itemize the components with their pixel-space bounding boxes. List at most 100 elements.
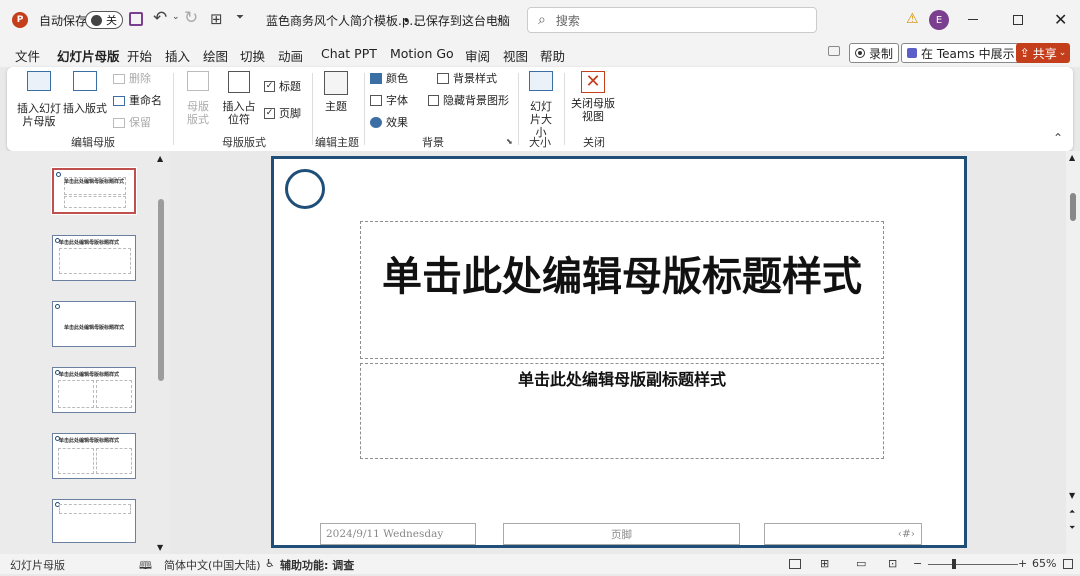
- background-styles-icon: [437, 73, 449, 84]
- avatar[interactable]: E: [929, 10, 949, 30]
- thumbnail-layout[interactable]: 单击此处编辑母版标题样式: [52, 235, 136, 281]
- warning-icon[interactable]: ⚠: [906, 11, 919, 27]
- group-label-background: 背景: [422, 136, 444, 149]
- colors-button[interactable]: 颜色: [370, 72, 408, 85]
- preserve-icon: [113, 117, 125, 128]
- pane-scrollbar[interactable]: [158, 199, 164, 381]
- thumbnail-master[interactable]: 单击此处编辑母版标题样式: [51, 167, 137, 215]
- slide-size-button[interactable]: 幻灯片大小: [523, 71, 559, 139]
- accessibility-status[interactable]: 辅助功能: 调查: [280, 557, 354, 573]
- menu-slide-master[interactable]: 幻灯片母版: [57, 46, 120, 70]
- pane-scroll-up-icon[interactable]: ▲: [157, 154, 163, 163]
- master-title-text[interactable]: 单击此处编辑母版标题样式: [361, 254, 883, 300]
- slide-sorter-icon[interactable]: ⊞: [820, 557, 829, 570]
- rename-icon: [113, 95, 125, 106]
- master-subtitle-text[interactable]: 单击此处编辑母版副标题样式: [361, 366, 883, 390]
- delete-button[interactable]: 删除: [113, 72, 151, 85]
- reading-view-icon[interactable]: ▭: [856, 557, 866, 570]
- minimize-icon[interactable]: [968, 19, 978, 20]
- customize-qat-icon[interactable]: ⏷: [236, 12, 244, 23]
- save-status[interactable]: • 已保存到这台电脑: [403, 12, 510, 29]
- menu-insert[interactable]: 插入: [165, 46, 190, 65]
- dialog-launcher-icon[interactable]: ⬊: [506, 137, 513, 146]
- menu-draw[interactable]: 绘图: [203, 46, 228, 65]
- date-placeholder[interactable]: 2024/9/11 Wednesday: [320, 523, 476, 545]
- accessibility-icon[interactable]: ♿: [265, 557, 275, 570]
- insert-slide-master-button[interactable]: 插入幻灯片母版: [15, 71, 63, 128]
- thumbnail-title: 单击此处编辑母版标题样式: [59, 372, 120, 378]
- fit-to-window-icon[interactable]: [1063, 559, 1073, 569]
- comments-icon[interactable]: [828, 46, 840, 56]
- fonts-button[interactable]: 字体: [370, 94, 408, 107]
- present-icon[interactable]: ⊞: [210, 10, 223, 28]
- menu-home[interactable]: 开始: [127, 46, 152, 65]
- hide-background-checkbox[interactable]: 隐藏背景图形: [428, 94, 509, 107]
- scroll-thumb[interactable]: [1070, 193, 1076, 221]
- effects-icon: [370, 117, 382, 128]
- checkbox-checked-icon: ✓: [264, 108, 275, 119]
- preserve-button[interactable]: 保留: [113, 116, 151, 129]
- thumbnail-subtitle-placeholder: [64, 196, 126, 208]
- effects-button[interactable]: 效果: [370, 116, 408, 129]
- menu-file[interactable]: 文件: [15, 46, 40, 65]
- close-master-view-button[interactable]: ✕ 关闭母版视图: [569, 71, 617, 123]
- background-styles-button[interactable]: 背景样式: [437, 72, 497, 85]
- slideshow-icon[interactable]: ⊡: [888, 557, 897, 570]
- insert-placeholder-button[interactable]: 插入占位符: [217, 71, 261, 126]
- menu-chatppt[interactable]: Chat PPT: [321, 46, 377, 61]
- menu-help[interactable]: 帮助: [540, 46, 565, 65]
- scroll-up-icon[interactable]: ▲: [1069, 153, 1075, 162]
- title-placeholder[interactable]: 单击此处编辑母版标题样式: [360, 221, 884, 359]
- menu-review[interactable]: 审阅: [465, 46, 490, 65]
- share-button[interactable]: ⇪ 共享 ⌄: [1016, 43, 1070, 63]
- zoom-level[interactable]: 65%: [1032, 557, 1056, 570]
- close-icon[interactable]: ✕: [1054, 10, 1067, 29]
- zoom-slider-thumb[interactable]: [952, 559, 956, 569]
- menu-transitions[interactable]: 切换: [240, 46, 265, 65]
- search-box[interactable]: ⌕ 搜索: [527, 7, 817, 33]
- editor-scrollbar[interactable]: ▲ ▼ ⏶ ⏷: [1066, 151, 1080, 554]
- search-input[interactable]: 搜索: [556, 12, 580, 29]
- undo-icon[interactable]: ↶: [153, 8, 167, 28]
- title-checkbox[interactable]: ✓ 标题: [264, 80, 301, 93]
- rename-button[interactable]: 重命名: [113, 94, 162, 107]
- save-status-chevron-icon[interactable]: ⌄: [495, 11, 504, 24]
- slide-master[interactable]: 单击此处编辑母版标题样式 单击此处编辑母版副标题样式 2024/9/11 Wed…: [271, 156, 967, 548]
- thumbnail-title: 单击此处编辑母版标题样式: [63, 325, 124, 331]
- thumbnail-layout[interactable]: 单击此处编辑母版标题样式: [52, 433, 136, 479]
- prev-slide-icon[interactable]: ⏶: [1069, 507, 1075, 517]
- subtitle-placeholder[interactable]: 单击此处编辑母版副标题样式: [360, 363, 884, 459]
- page-number-placeholder[interactable]: ‹#›: [764, 523, 922, 545]
- record-button[interactable]: 录制: [849, 43, 900, 63]
- menu-view[interactable]: 视图: [503, 46, 528, 65]
- title-bar: P 自动保存 关 ↶ ⌄ ↻ ⊞ ⏷ 蓝色商务风个人简介模板.p... • 已保…: [0, 0, 1080, 40]
- zoom-out-icon[interactable]: −: [913, 557, 922, 570]
- footer-checkbox[interactable]: ✓ 页脚: [264, 107, 301, 120]
- save-icon[interactable]: [129, 12, 143, 26]
- zoom-in-icon[interactable]: +: [1018, 557, 1027, 570]
- normal-view-icon[interactable]: [789, 559, 801, 569]
- zoom-slider[interactable]: [928, 559, 1018, 569]
- thumbnail-layout[interactable]: 单击此处编辑母版标题样式: [52, 301, 136, 347]
- themes-button[interactable]: 主题: [320, 71, 352, 113]
- undo-dropdown-icon[interactable]: ⌄: [172, 12, 180, 22]
- present-in-teams-button[interactable]: 在 Teams 中展示: [901, 43, 1021, 63]
- collapse-ribbon-icon[interactable]: ⌃: [1053, 131, 1063, 145]
- footer-placeholder[interactable]: 页脚: [503, 523, 740, 545]
- scroll-down-icon[interactable]: ▼: [1069, 491, 1075, 500]
- menu-motiongo[interactable]: Motion Go: [390, 46, 454, 61]
- restore-icon[interactable]: [1013, 15, 1023, 25]
- autosave-toggle[interactable]: 关: [85, 11, 123, 29]
- thumbnail-layout[interactable]: 单击此处编辑母版标题样式: [52, 367, 136, 413]
- thumbnail-layout[interactable]: [52, 499, 136, 543]
- insert-layout-button[interactable]: 插入版式: [62, 71, 108, 115]
- menu-animations[interactable]: 动画: [278, 46, 303, 65]
- next-slide-icon[interactable]: ⏷: [1069, 523, 1075, 533]
- pane-scroll-down-icon[interactable]: ▼: [157, 543, 163, 552]
- master-layout-button[interactable]: 母版版式: [181, 71, 215, 126]
- language-status[interactable]: 简体中文(中国大陆): [164, 557, 261, 573]
- thumbnail-title-placeholder: [59, 504, 131, 514]
- spelling-icon[interactable]: 🕮: [139, 557, 152, 576]
- redo-icon[interactable]: ↻: [184, 8, 198, 28]
- footer-text: 页脚: [611, 528, 632, 541]
